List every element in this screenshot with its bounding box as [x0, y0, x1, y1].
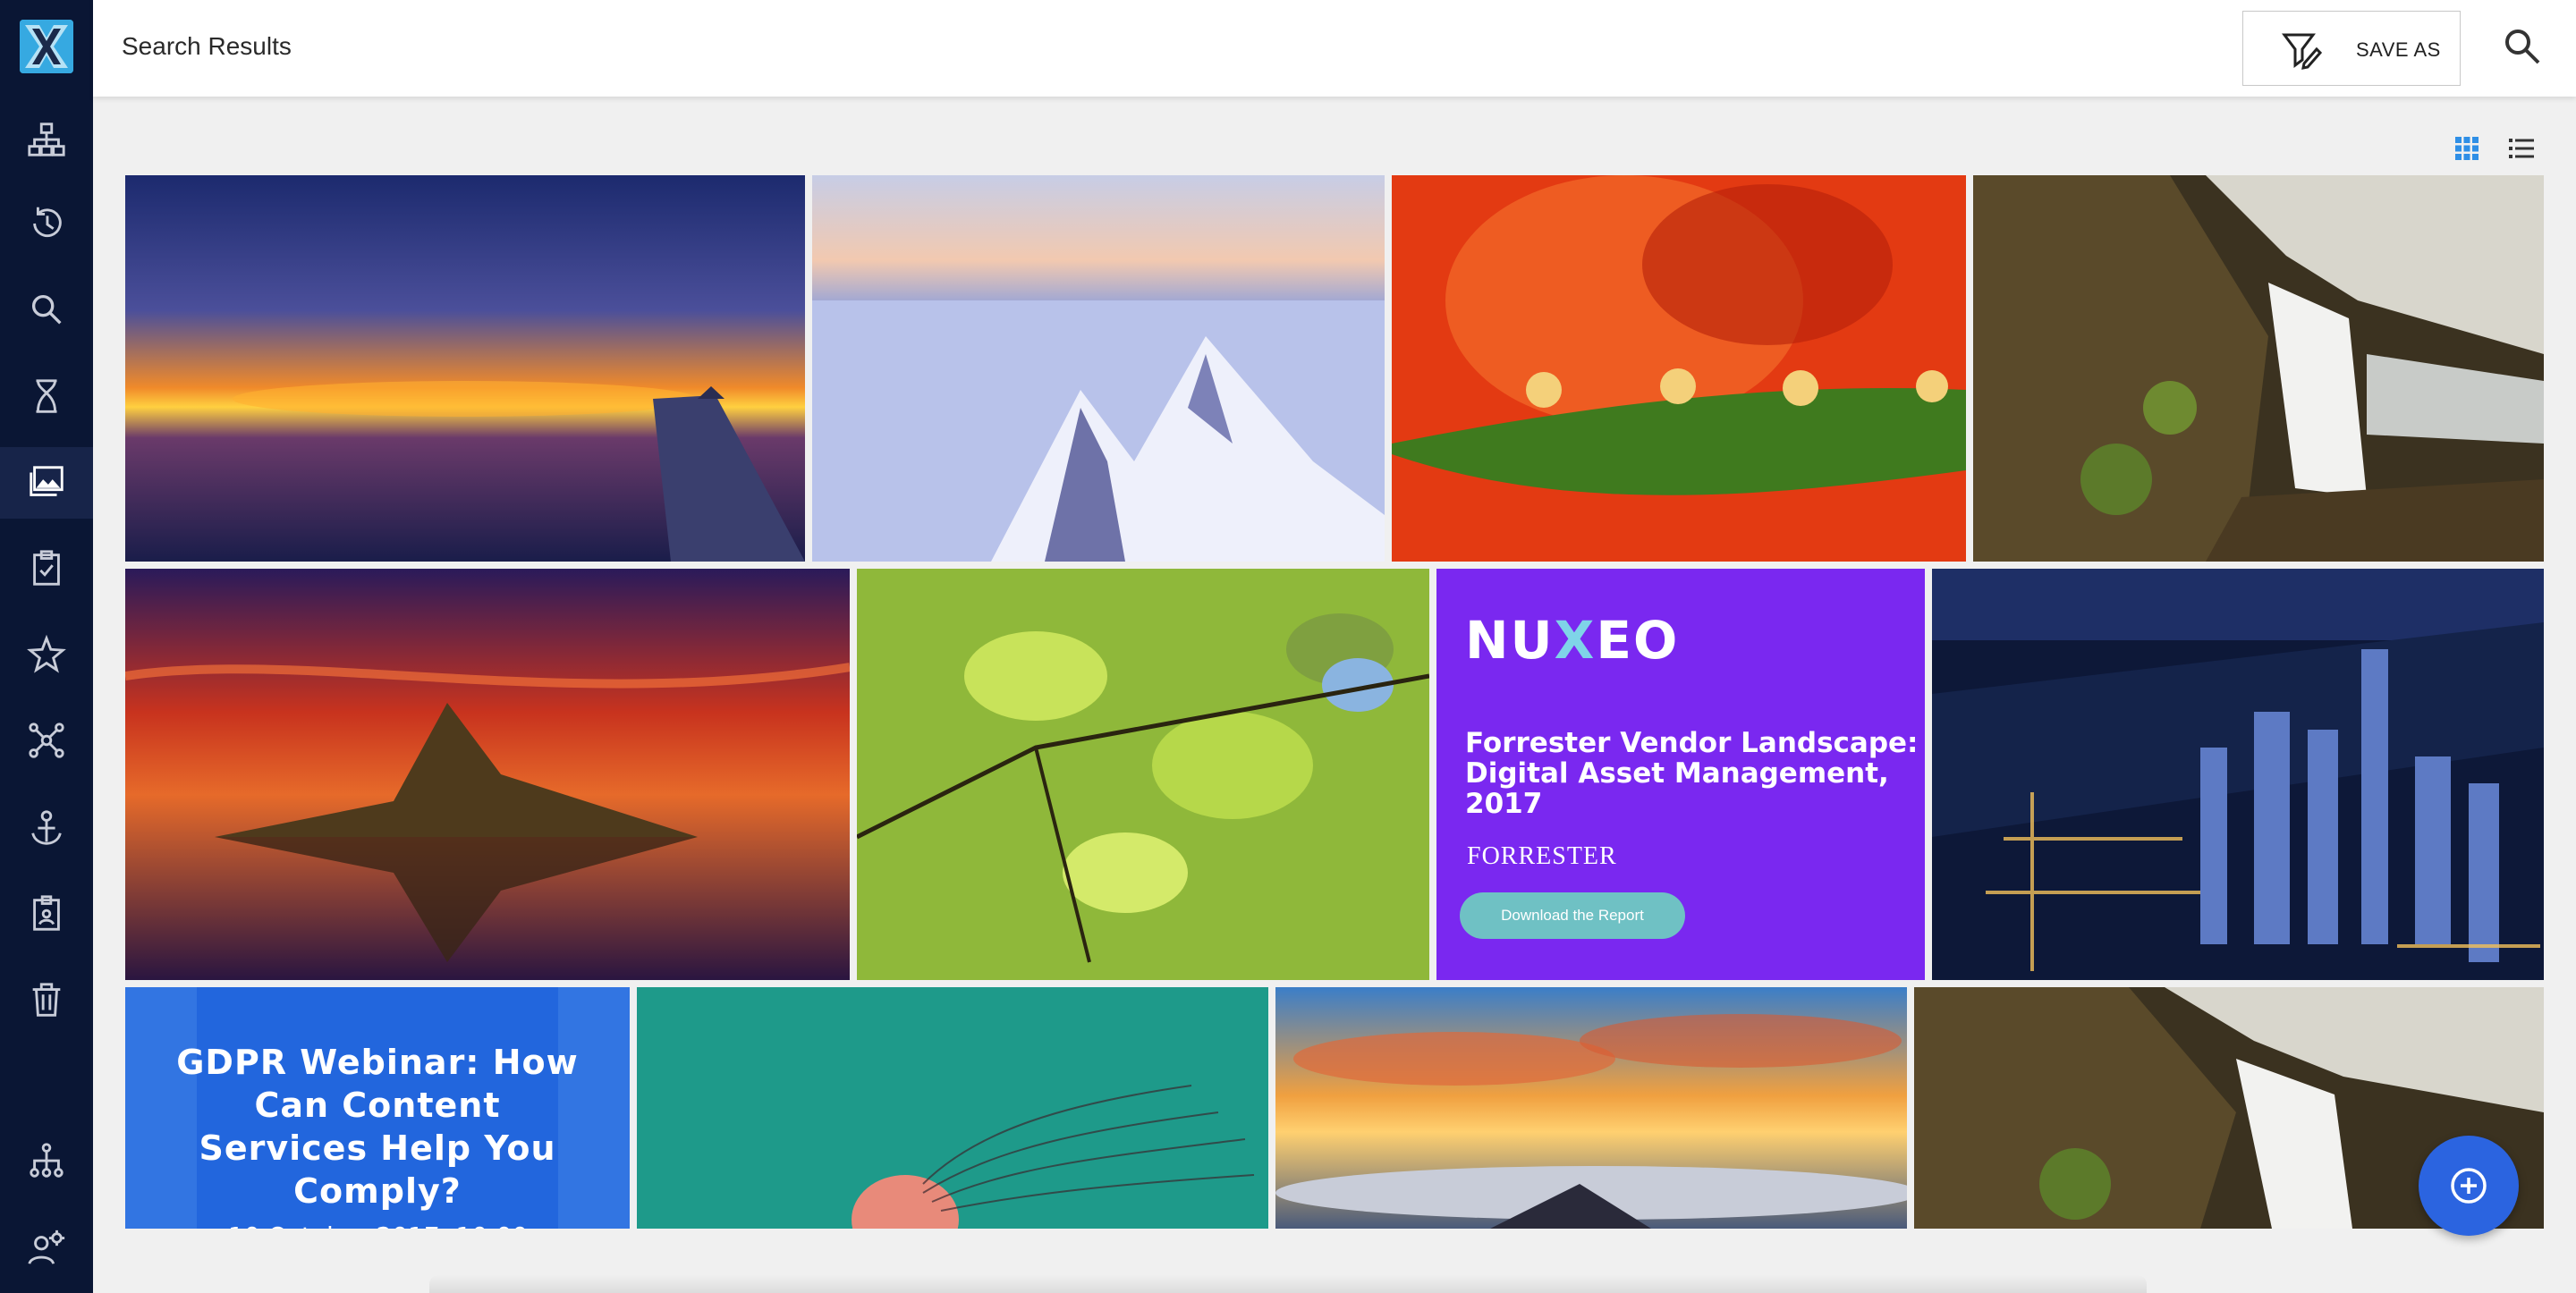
- asset-thumbnail: [1392, 175, 1966, 562]
- asset-tile-city-night[interactable]: [1932, 569, 2544, 980]
- asset-tile-snowy-mountains[interactable]: [812, 175, 1385, 562]
- nav-clipboard[interactable]: [0, 533, 93, 604]
- top-header: Search Results SAVE AS: [93, 0, 2576, 97]
- add-document-button[interactable]: [2419, 1136, 2519, 1236]
- asset-tile-green-leaves[interactable]: [857, 569, 1429, 980]
- asset-tile-sunset-flight[interactable]: [125, 175, 805, 562]
- forrester-brand: FORRESTER: [1467, 842, 1617, 870]
- nav-user-settings[interactable]: [0, 1213, 93, 1284]
- asset-tile-mountain-reflection[interactable]: [125, 569, 850, 980]
- add-circle-icon: [2451, 1168, 2487, 1204]
- org-chart-icon: [30, 1143, 64, 1178]
- horizontal-scrollbar[interactable]: [429, 1275, 2147, 1293]
- grid-view-icon[interactable]: [2454, 136, 2479, 161]
- search-icon: [31, 294, 62, 325]
- asset-thumbnail: [812, 175, 1385, 562]
- nav-graph[interactable]: [0, 705, 93, 776]
- list-view-icon[interactable]: [2508, 136, 2535, 161]
- graph-icon: [29, 723, 64, 758]
- trash-icon: [32, 983, 61, 1017]
- gallery-icon: [30, 466, 64, 496]
- asset-thumbnail: [125, 569, 850, 980]
- sidebar: [0, 0, 93, 1293]
- history-icon: [33, 207, 62, 238]
- save-as-button[interactable]: SAVE AS: [2242, 11, 2461, 86]
- star-icon: [27, 634, 66, 673]
- nav-trash[interactable]: [0, 964, 93, 1035]
- hourglass-icon: [36, 379, 57, 413]
- nav-history[interactable]: [0, 188, 93, 259]
- nav-org[interactable]: [0, 1125, 93, 1196]
- badge-icon: [33, 895, 60, 931]
- asset-tile-waterfall[interactable]: [1973, 175, 2544, 562]
- save-search-icon: [2282, 33, 2322, 70]
- anchor-user-icon: [31, 810, 62, 845]
- asset-tile-leaf-droplets[interactable]: [1392, 175, 1966, 562]
- asset-tile-jellyfish[interactable]: [637, 987, 1268, 1229]
- promo-tile-gdpr[interactable]: GDPR Webinar: How Can Content Services H…: [125, 987, 630, 1229]
- asset-thumbnail: [1932, 569, 2544, 980]
- clipboard-check-icon: [33, 550, 60, 586]
- download-report-button[interactable]: Download the Report: [1460, 892, 1685, 939]
- asset-thumbnail: [1275, 987, 1907, 1229]
- gdpr-date: 10 October 2017, 10:00: [228, 1221, 528, 1229]
- promo-title: Forrester Vendor Landscape: Digital Asse…: [1465, 727, 1919, 820]
- asset-tile-sunset-clouds[interactable]: [1275, 987, 1907, 1229]
- gdpr-title: GDPR Webinar: How Can Content Services H…: [176, 1043, 579, 1211]
- page-title: Search Results: [122, 32, 292, 60]
- nav-admin[interactable]: [0, 878, 93, 950]
- nav-favorites[interactable]: [0, 619, 93, 690]
- promo-tile-forrester[interactable]: NUXEO Forrester Vendor Landscape: Digita…: [1436, 569, 1925, 980]
- nav-workflow[interactable]: [0, 792, 93, 864]
- asset-thumbnail: [125, 175, 805, 562]
- network-icon: [28, 123, 65, 156]
- nav-gallery[interactable]: [0, 447, 93, 519]
- app-logo[interactable]: [20, 20, 73, 73]
- nav-search[interactable]: [0, 274, 93, 345]
- nuxeo-logo: NUXEO: [1465, 610, 1680, 671]
- asset-thumbnail: [857, 569, 1429, 980]
- asset-thumbnail: [1973, 175, 2544, 562]
- save-as-label: SAVE AS: [2356, 38, 2441, 61]
- nav-browse[interactable]: [0, 104, 93, 175]
- header-search-icon[interactable]: [2503, 27, 2542, 66]
- nav-tasks[interactable]: [0, 360, 93, 432]
- asset-thumbnail: [637, 987, 1268, 1229]
- user-settings-icon: [28, 1230, 65, 1264]
